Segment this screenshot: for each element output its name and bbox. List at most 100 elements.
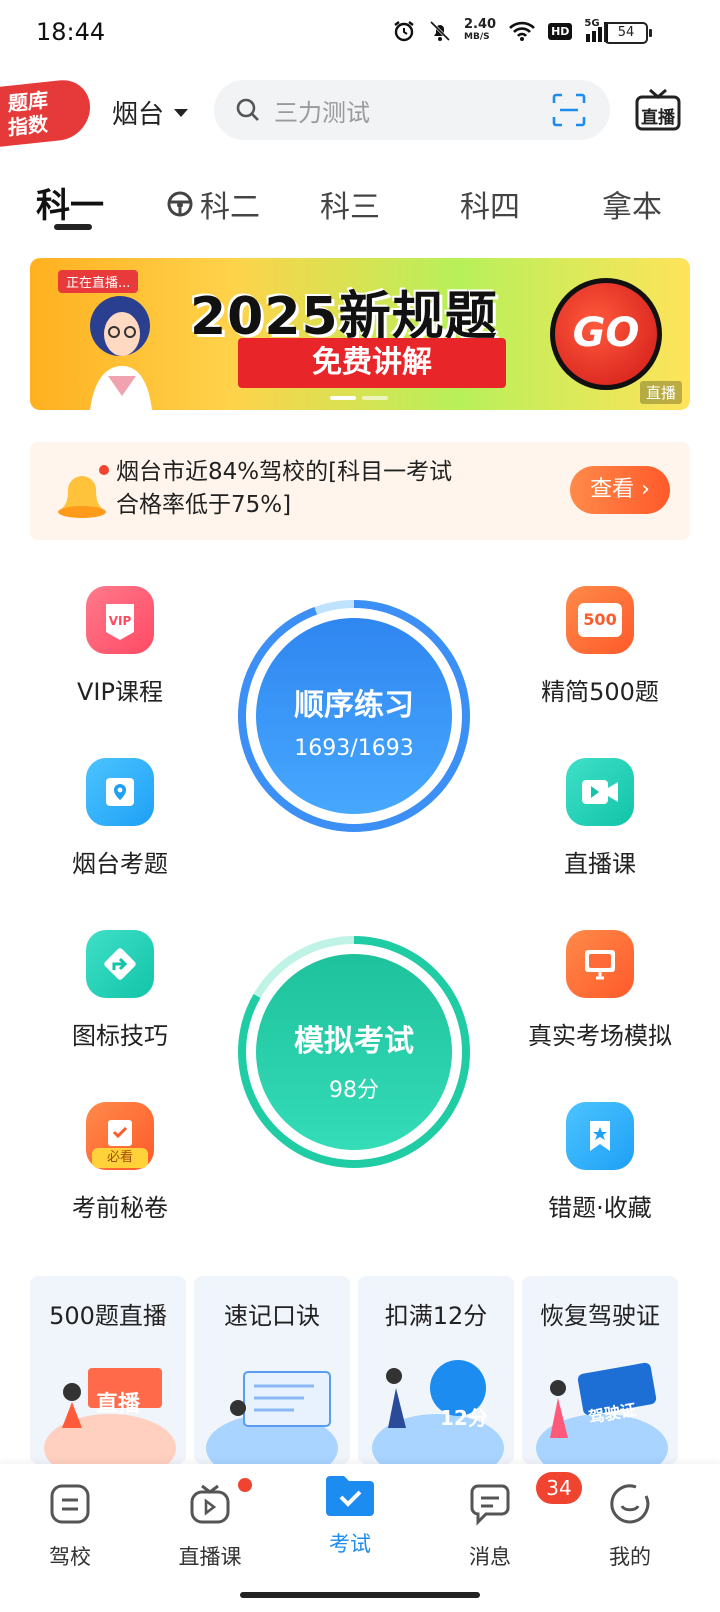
promo-banner[interactable]: 正在直播... 2025新规题 免费讲解 GO 直播 xyxy=(30,258,690,410)
feature-500-questions[interactable]: 500 精简500题 xyxy=(520,586,680,707)
profile-smile-icon xyxy=(610,1484,650,1524)
nav-exam-label: 考试 xyxy=(329,1532,371,1556)
card-mnemonics-title: 速记口诀 xyxy=(224,1302,320,1330)
battery-indicator: 54 xyxy=(604,22,652,44)
card-12-points-art-text: 12分 xyxy=(440,1406,488,1430)
scan-icon[interactable] xyxy=(552,93,586,127)
status-icons: 2.40 MB/S HD 5G xyxy=(392,18,610,44)
exam-title: 模拟考试 xyxy=(294,1024,414,1059)
feature-local-questions-label: 烟台考题 xyxy=(72,850,168,878)
carousel-indicator xyxy=(330,396,388,400)
tab-subject-one[interactable]: 科一 xyxy=(36,178,104,227)
net-speed-unit: MB/S xyxy=(464,32,490,42)
nav-exam[interactable]: 考试 xyxy=(295,1466,405,1558)
feature-sign-tips[interactable]: 图标技巧 xyxy=(40,930,200,1051)
sequential-practice-button[interactable]: 顺序练习 1693/1693 xyxy=(238,600,470,832)
teacher-illustration xyxy=(90,296,152,410)
exam-inner: 模拟考试 98分 xyxy=(256,954,452,1150)
nav-driving-school-label: 驾校 xyxy=(49,1545,91,1569)
bottom-nav: 驾校 直播课 考试 消息 34 我的 xyxy=(0,1464,720,1612)
tab-subject-four[interactable]: 科四 xyxy=(460,182,520,226)
card-500-live[interactable]: 500题直播 直播 xyxy=(30,1276,186,1464)
notice-text: 烟台市近84%驾校的[科目一考试合格率低于75%] xyxy=(116,459,453,518)
search-icon xyxy=(236,98,259,121)
feature-500-questions-label: 精简500题 xyxy=(541,678,659,706)
turn-sign-icon xyxy=(86,930,154,998)
net-speed-value: 2.40 xyxy=(464,17,497,32)
feature-mistakes-favorites[interactable]: 错题·收藏 xyxy=(520,1102,680,1223)
card-restore-license[interactable]: 恢复驾驶证 驾驶证 xyxy=(522,1276,678,1464)
card-500-live-title: 500题直播 xyxy=(49,1302,167,1330)
feature-live-course[interactable]: 直播课 xyxy=(520,758,680,879)
wifi-icon xyxy=(509,21,535,41)
bell-icon xyxy=(58,465,109,518)
feature-secret-paper[interactable]: 必看 考前秘卷 xyxy=(40,1102,200,1223)
feature-vip-course-label: VIP课程 xyxy=(77,678,163,706)
home-indicator xyxy=(240,1592,480,1598)
nav-driving-school[interactable]: 驾校 xyxy=(15,1482,125,1571)
vip-icon: VIP xyxy=(86,586,154,654)
feature-real-exam-sim[interactable]: 真实考场模拟 xyxy=(520,930,680,1051)
feature-secret-paper-label: 考前秘卷 xyxy=(72,1194,168,1222)
live-tv-label: 直播 xyxy=(641,108,675,128)
dropdown-caret-icon xyxy=(174,108,189,117)
city-label: 烟台 xyxy=(112,100,165,130)
location-icon xyxy=(86,758,154,826)
nav-messages[interactable]: 消息 xyxy=(435,1482,545,1571)
practice-progress: 1693/1693 xyxy=(294,736,414,761)
exam-score: 98分 xyxy=(329,1078,379,1103)
card-restore-license-title: 恢复驾驶证 xyxy=(540,1302,660,1330)
search-bar[interactable]: 三力测试 xyxy=(214,80,610,140)
card-12-points-title: 扣满12分 xyxy=(384,1302,488,1330)
live-course-notification-dot xyxy=(238,1478,252,1492)
pass-rate-notice[interactable]: 烟台市近84%驾校的[科目一考试合格率低于75%] 查看 › xyxy=(30,442,690,540)
banner-ribbon: 免费讲解 xyxy=(238,338,506,388)
nav-live-course-label: 直播课 xyxy=(178,1545,242,1569)
nav-profile-label: 我的 xyxy=(609,1545,651,1569)
mute-bell-icon xyxy=(429,20,451,42)
driving-school-icon xyxy=(50,1484,90,1524)
tab-subject-three[interactable]: 科三 xyxy=(320,182,380,226)
feature-sign-tips-label: 图标技巧 xyxy=(72,1022,168,1050)
tab-subject-two-label: 科二 xyxy=(200,190,260,225)
card-500-live-art-text: 直播 xyxy=(96,1392,141,1417)
message-icon xyxy=(470,1484,510,1526)
steering-wheel-icon xyxy=(167,191,193,217)
bookmark-icon xyxy=(566,1102,634,1170)
must-see-icon: 必看 xyxy=(86,1102,154,1170)
nav-messages-label: 消息 xyxy=(469,1545,511,1569)
feature-real-exam-sim-label: 真实考场模拟 xyxy=(528,1022,672,1050)
status-time: 18:44 xyxy=(36,18,106,46)
feature-live-course-label: 直播课 xyxy=(564,850,636,878)
view-button[interactable]: 查看 › xyxy=(570,466,670,514)
go-button[interactable]: GO xyxy=(550,278,662,390)
question-bank-logo[interactable]: 题库 指数 xyxy=(0,77,90,147)
mock-exam-button[interactable]: 模拟考试 98分 xyxy=(238,936,470,1168)
feature-local-questions[interactable]: 烟台考题 xyxy=(40,758,200,879)
500-badge: 500 xyxy=(578,603,622,637)
svg-text:VIP: VIP xyxy=(109,614,132,628)
search-placeholder: 三力测试 xyxy=(274,98,370,127)
tab-subject-two[interactable]: 科二 xyxy=(166,182,260,226)
video-icon xyxy=(566,758,634,826)
card-mnemonics[interactable]: 速记口诀 xyxy=(194,1276,350,1464)
alarm-icon xyxy=(394,21,414,42)
net-speed: 2.40 MB/S xyxy=(464,18,496,44)
banner-corner-label: 直播 xyxy=(639,381,682,404)
tab-get-license[interactable]: 拿本 xyxy=(602,182,662,226)
must-see-badge: 必看 xyxy=(92,1148,148,1168)
live-tv-button[interactable]: 直播 xyxy=(634,86,682,134)
points-art-illustration xyxy=(372,1360,504,1464)
card-12-points[interactable]: 扣满12分 12分 xyxy=(358,1276,514,1464)
notes-art-illustration xyxy=(206,1371,338,1464)
hd-indicator: HD xyxy=(548,22,573,40)
practice-inner: 顺序练习 1693/1693 xyxy=(256,618,452,814)
exam-folder-icon xyxy=(326,1476,374,1516)
active-tab-indicator xyxy=(54,224,92,230)
500-icon: 500 xyxy=(566,586,634,654)
city-selector[interactable]: 烟台 xyxy=(112,94,189,131)
nav-live-course[interactable]: 直播课 xyxy=(155,1482,265,1571)
practice-title: 顺序练习 xyxy=(294,688,414,723)
nav-profile[interactable]: 我的 xyxy=(575,1482,685,1571)
feature-vip-course[interactable]: VIP VIP课程 xyxy=(40,586,200,707)
